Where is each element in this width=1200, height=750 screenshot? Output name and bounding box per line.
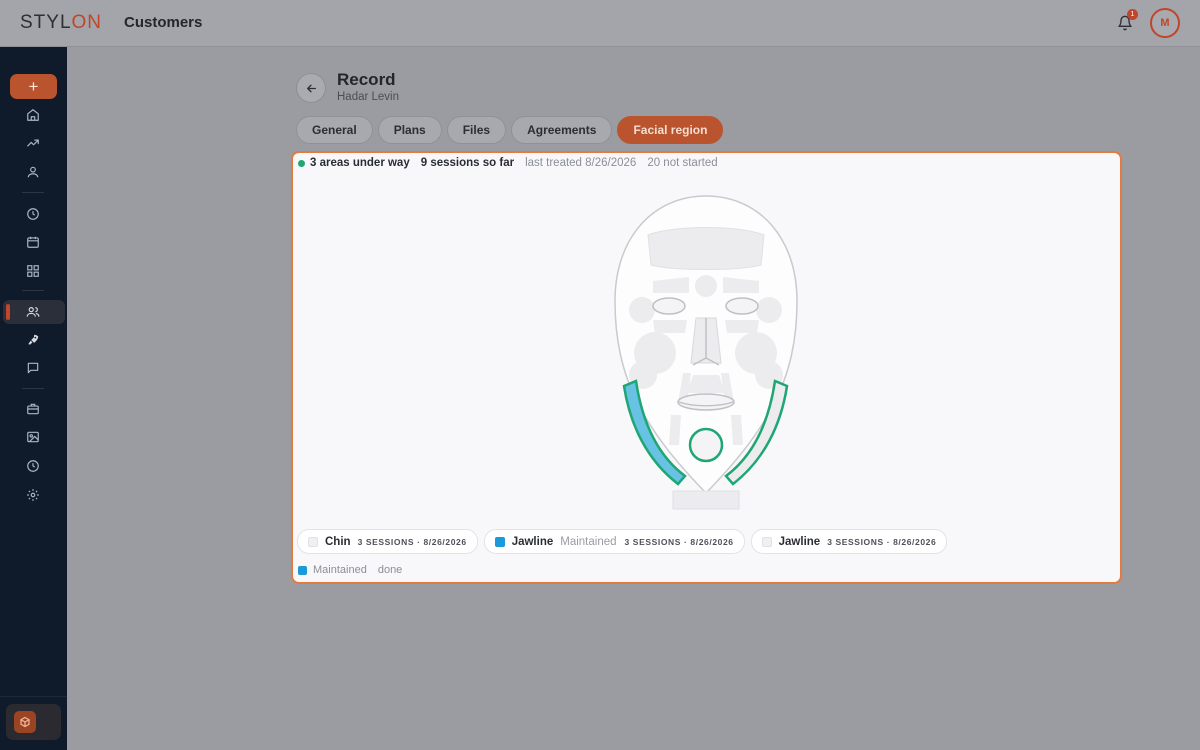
tab-plans[interactable]: Plans xyxy=(377,116,442,144)
briefcase-icon[interactable] xyxy=(22,398,44,420)
home-icon[interactable] xyxy=(22,104,44,126)
sidebar-divider xyxy=(22,192,44,193)
region-chip-jawline-right[interactable]: Jawline 3 SESSIONS · 8/26/2026 xyxy=(750,529,948,554)
sidebar-active-indicator xyxy=(6,304,10,320)
tab-general[interactable]: General xyxy=(296,116,373,144)
history-icon[interactable] xyxy=(22,455,44,477)
region-name: Jawline xyxy=(511,535,554,548)
region-upper-lip[interactable] xyxy=(687,375,725,393)
region-right-marionette[interactable] xyxy=(731,415,743,445)
workspace-logo-icon[interactable] xyxy=(14,711,36,733)
avatar[interactable]: M xyxy=(1150,8,1180,38)
record-tabs: General Plans Files Agreements Facial re… xyxy=(296,116,724,144)
legend: Maintained done xyxy=(298,564,402,576)
status-marker xyxy=(761,536,772,547)
region-meta: 3 SESSIONS · 8/26/2026 xyxy=(357,536,467,547)
calendar-icon[interactable] xyxy=(22,231,44,253)
region-right-temple[interactable] xyxy=(756,297,782,323)
user-icon[interactable] xyxy=(22,161,44,183)
region-name: Jawline xyxy=(778,535,821,548)
status-marker xyxy=(308,536,318,547)
sidebar: + xyxy=(0,47,67,750)
region-meta: 3 SESSIONS · 8/26/2026 xyxy=(827,536,937,547)
tab-agreements[interactable]: Agreements xyxy=(511,116,613,144)
page-title: Customers xyxy=(124,14,203,31)
legend-state: done xyxy=(377,564,403,576)
region-glabella[interactable] xyxy=(695,275,717,297)
region-left-marionette[interactable] xyxy=(669,415,681,445)
app-logo[interactable]: STYLON xyxy=(20,12,102,34)
region-chip-chin[interactable]: Chin 3 SESSIONS · 8/26/2026 xyxy=(297,529,478,554)
region-list: Chin 3 SESSIONS · 8/26/2026 Jawline Main… xyxy=(297,529,948,554)
clock-icon[interactable] xyxy=(22,203,44,225)
back-button[interactable] xyxy=(296,73,326,103)
region-name: Chin xyxy=(325,535,351,548)
image-icon[interactable] xyxy=(22,426,44,448)
notification-badge: 1 xyxy=(1127,9,1138,20)
region-state: Maintained xyxy=(560,535,617,548)
arrow-left-icon xyxy=(306,84,316,92)
sidebar-footer-divider xyxy=(0,696,67,697)
region-forehead[interactable] xyxy=(647,227,765,270)
legend-label: Maintained xyxy=(313,564,367,576)
add-button[interactable]: + xyxy=(10,74,57,99)
gear-icon[interactable] xyxy=(22,484,44,506)
rocket-icon[interactable] xyxy=(22,329,44,351)
trending-icon[interactable] xyxy=(22,132,44,154)
face-map xyxy=(614,195,798,510)
region-left-eye[interactable] xyxy=(652,297,686,315)
record-subtitle: Hadar Levin xyxy=(337,91,400,103)
facial-region-panel: 3 areas under way 9 sessions so far last… xyxy=(291,151,1122,584)
record-title: Record xyxy=(337,70,396,89)
region-left-undereye[interactable] xyxy=(653,320,687,333)
sidebar-divider xyxy=(22,388,44,389)
legend-swatch xyxy=(298,565,307,575)
region-chin[interactable] xyxy=(688,427,724,463)
region-right-eye[interactable] xyxy=(725,297,759,315)
region-neck[interactable] xyxy=(672,490,740,510)
tab-facial-region[interactable]: Facial region xyxy=(617,116,724,144)
region-lips[interactable] xyxy=(677,393,735,411)
region-right-undereye[interactable] xyxy=(725,320,759,333)
top-bar: STYLON Customers 1 M xyxy=(0,0,1200,47)
region-chip-jawline-left[interactable]: Jawline Maintained 3 SESSIONS · 8/26/202… xyxy=(483,529,745,554)
grid-icon[interactable] xyxy=(22,260,44,282)
users-icon[interactable] xyxy=(22,301,44,323)
sidebar-divider xyxy=(22,290,44,291)
region-left-temple[interactable] xyxy=(629,297,655,323)
status-marker xyxy=(494,536,505,547)
chat-icon[interactable] xyxy=(22,357,44,379)
tab-files[interactable]: Files xyxy=(446,116,507,144)
region-meta: 3 SESSIONS · 8/26/2026 xyxy=(624,536,734,547)
